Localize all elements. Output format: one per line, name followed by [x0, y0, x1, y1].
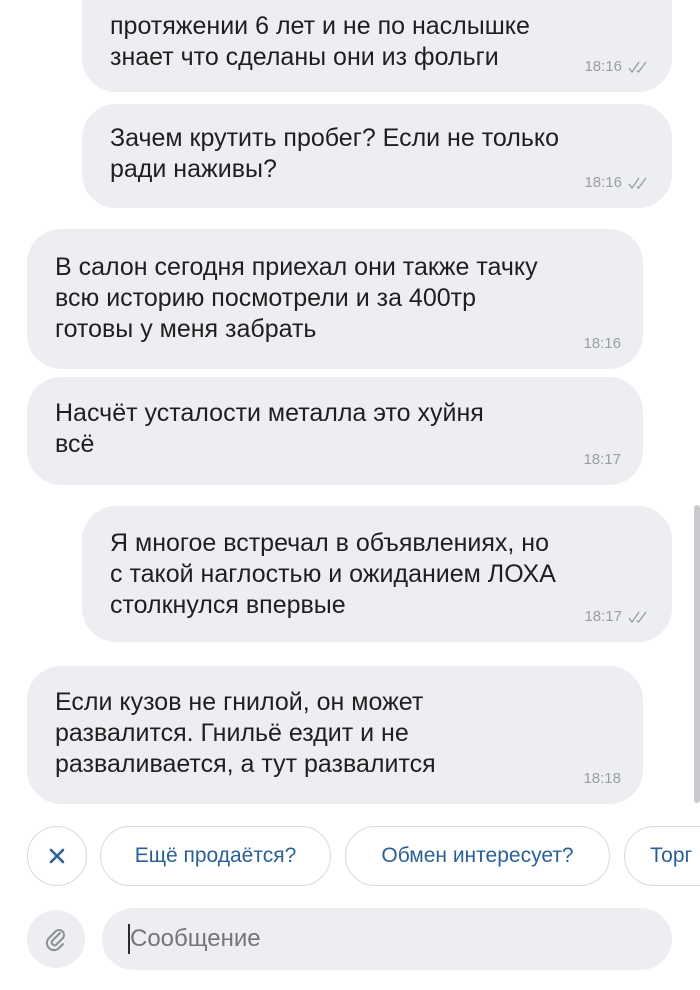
- message-time: 18:16: [584, 58, 622, 75]
- message-text: Если кузов не гнилой, он может развалитс…: [55, 688, 436, 778]
- message-time: 18:17: [583, 451, 621, 468]
- message-meta: 18:18: [583, 770, 621, 787]
- message-outgoing[interactable]: Я многое встречал в объявлениях, но с та…: [82, 506, 672, 642]
- message-outgoing[interactable]: Зачем крутить пробег? Если не только рад…: [82, 104, 672, 208]
- message-text: протяжении 6 лет и не по наслышке знает …: [110, 12, 530, 71]
- message-composer: [0, 908, 700, 970]
- message-time: 18:17: [584, 608, 622, 625]
- message-text: В салон сегодня приехал они также тачку …: [55, 253, 538, 343]
- message-incoming[interactable]: В салон сегодня приехал они также тачку …: [27, 229, 643, 369]
- message-meta: 18:16: [584, 58, 650, 75]
- message-time: 18:16: [583, 335, 621, 352]
- message-time: 18:16: [584, 174, 622, 191]
- message-text: Я многое встречал в объявлениях, но с та…: [110, 529, 556, 619]
- double-check-icon: [628, 611, 647, 623]
- message-input[interactable]: [102, 908, 672, 970]
- message-meta: 18:16: [583, 335, 621, 352]
- paperclip-icon: [45, 929, 65, 952]
- scrollbar[interactable]: [694, 505, 700, 803]
- close-icon: [49, 848, 65, 864]
- double-check-icon: [628, 61, 647, 73]
- double-check-icon: [628, 177, 647, 189]
- quick-replies-bar: Ещё продаётся? Обмен интересует? Торг: [0, 826, 700, 888]
- message-incoming[interactable]: Насчёт усталости металла это хуйня всё 1…: [27, 377, 643, 485]
- chat-history[interactable]: протяжении 6 лет и не по наслышке знает …: [0, 0, 700, 815]
- quick-reply-bargain[interactable]: Торг: [624, 826, 700, 886]
- message-outgoing[interactable]: протяжении 6 лет и не по наслышке знает …: [82, 0, 672, 92]
- quick-reply-exchange[interactable]: Обмен интересует?: [345, 826, 610, 886]
- close-quick-replies-button[interactable]: [27, 826, 87, 886]
- message-text: Зачем крутить пробег? Если не только рад…: [110, 124, 559, 183]
- message-time: 18:18: [583, 770, 621, 787]
- quick-reply-still-selling[interactable]: Ещё продаётся?: [100, 826, 331, 886]
- message-incoming[interactable]: Если кузов не гнилой, он может развалитс…: [27, 666, 643, 804]
- text-cursor: [128, 924, 130, 954]
- message-meta: 18:16: [584, 174, 650, 191]
- attach-button[interactable]: [27, 910, 85, 968]
- message-text: Насчёт усталости металла это хуйня всё: [55, 399, 484, 458]
- message-meta: 18:17: [584, 608, 650, 625]
- message-meta: 18:17: [583, 451, 621, 468]
